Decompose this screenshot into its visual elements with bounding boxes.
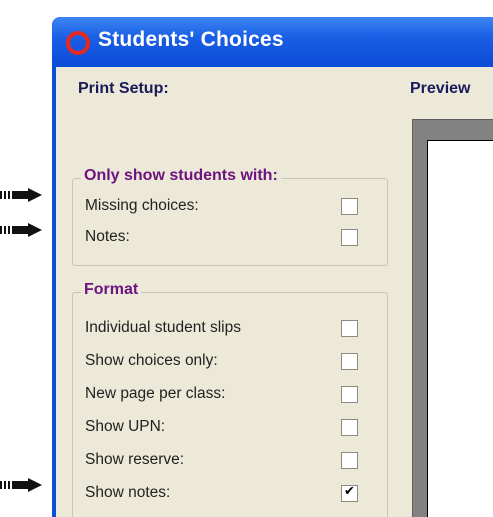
filter-groupbox: Only show students with: Missing choices… [72, 167, 388, 266]
window-title: Students' Choices [98, 28, 284, 51]
preview-pane [412, 119, 493, 517]
show-reserve-row: Show reserve: [73, 449, 387, 473]
individual-slips-label: Individual student slips [85, 319, 241, 336]
choices-only-label: Show choices only: [85, 352, 218, 369]
new-page-row: New page per class: [73, 383, 387, 407]
pointer-arrow-icon [0, 188, 42, 202]
new-page-checkbox[interactable] [341, 386, 358, 403]
show-upn-label: Show UPN: [85, 418, 166, 435]
individual-slips-checkbox[interactable] [341, 320, 358, 337]
notes-filter-row: Notes: [73, 226, 387, 250]
show-notes-checkbox[interactable] [341, 484, 358, 502]
students-choices-window: Students' Choices Print Setup: Preview O… [52, 17, 493, 517]
pointer-arrow-icon [0, 478, 42, 492]
pointer-arrow-icon [0, 223, 42, 237]
missing-choices-checkbox[interactable] [341, 198, 358, 215]
show-reserve-label: Show reserve: [85, 451, 185, 468]
show-upn-checkbox[interactable] [341, 419, 358, 436]
show-reserve-checkbox[interactable] [341, 452, 358, 469]
choices-only-row: Show choices only: [73, 350, 387, 374]
show-notes-row: Show notes: [73, 482, 387, 506]
missing-choices-label: Missing choices: [85, 197, 199, 214]
show-upn-row: Show UPN: [73, 416, 387, 440]
missing-choices-row: Missing choices: [73, 195, 387, 219]
filter-group-title: Only show students with: [81, 167, 281, 185]
dialog-body: Print Setup: Preview Only show students … [56, 67, 493, 517]
preview-heading: Preview [410, 80, 471, 97]
notes-filter-checkbox[interactable] [341, 229, 358, 246]
format-group-title: Format [81, 281, 142, 299]
print-setup-heading: Print Setup: [78, 80, 169, 97]
choices-only-checkbox[interactable] [341, 353, 358, 370]
individual-slips-row: Individual student slips [73, 317, 387, 341]
notes-filter-label: Notes: [85, 228, 130, 245]
new-page-label: New page per class: [85, 385, 226, 402]
show-notes-label: Show notes: [85, 484, 171, 501]
preview-page [427, 140, 493, 517]
title-bar[interactable]: Students' Choices [52, 17, 493, 67]
format-groupbox: Format Individual student slips Show cho… [72, 281, 388, 517]
app-ring-icon [66, 31, 90, 55]
